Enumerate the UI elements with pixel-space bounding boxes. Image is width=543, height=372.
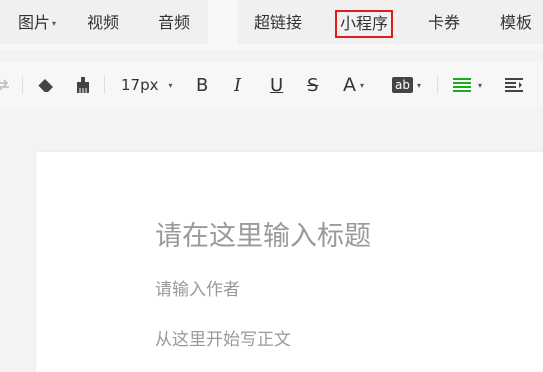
strikethrough-icon: S bbox=[307, 74, 319, 96]
chevron-down-icon: ▾ bbox=[416, 80, 421, 90]
underline-button[interactable]: U bbox=[270, 62, 283, 108]
body-editor[interactable]: 从这里开始写正文 bbox=[155, 325, 291, 350]
paint-brush-icon bbox=[77, 77, 89, 93]
underline-icon: U bbox=[270, 74, 284, 96]
font-size-value: 17px bbox=[121, 76, 159, 94]
chevron-down-icon: ▾ bbox=[168, 80, 173, 90]
chevron-down-icon: ▾ bbox=[52, 18, 57, 28]
italic-icon: I bbox=[234, 74, 242, 96]
divider bbox=[437, 76, 438, 94]
strikethrough-button[interactable]: S bbox=[307, 62, 318, 108]
indent-icon bbox=[505, 78, 523, 92]
bold-icon: B bbox=[196, 74, 209, 96]
media-tab-group: 图片 ▾ 视频 音频 bbox=[0, 0, 208, 44]
align-justify-icon bbox=[453, 78, 471, 92]
font-color-icon: A bbox=[343, 74, 356, 96]
clear-format-button[interactable] bbox=[36, 62, 56, 108]
tab-coupon[interactable]: 卡券 bbox=[428, 10, 460, 38]
chevron-down-icon: ▾ bbox=[478, 80, 483, 90]
tab-image-label: 图片 bbox=[18, 13, 51, 32]
tab-image[interactable]: 图片 ▾ bbox=[18, 10, 56, 38]
tab-mini-program[interactable]: 小程序 bbox=[335, 10, 394, 38]
background-color-button[interactable]: ab ▾ bbox=[392, 62, 421, 108]
insert-tab-bar: 图片 ▾ 视频 音频 超链接 小程序 卡券 模板 bbox=[0, 0, 543, 50]
highlight-icon: ab bbox=[392, 77, 413, 93]
font-color-button[interactable]: A ▾ bbox=[343, 62, 364, 108]
align-button[interactable]: ▾ bbox=[452, 62, 482, 108]
redo-button[interactable] bbox=[0, 62, 10, 108]
format-toolbar: 17px ▾ B I U S A ▾ ab ▾ ▾ bbox=[0, 62, 543, 108]
chevron-down-icon: ▾ bbox=[360, 80, 365, 90]
tab-video[interactable]: 视频 bbox=[87, 10, 119, 38]
font-size-select[interactable]: 17px ▾ bbox=[121, 62, 173, 108]
title-input[interactable]: 请在这里输入标题 bbox=[155, 214, 371, 253]
redo-icon bbox=[0, 79, 9, 91]
author-input[interactable]: 请输入作者 bbox=[155, 275, 240, 300]
format-painter-button[interactable] bbox=[75, 62, 91, 108]
eraser-icon bbox=[37, 79, 53, 93]
bold-button[interactable]: B bbox=[196, 62, 208, 108]
divider bbox=[104, 76, 105, 94]
italic-button[interactable]: I bbox=[234, 62, 241, 108]
tab-hyperlink[interactable]: 超链接 bbox=[254, 10, 302, 38]
divider bbox=[22, 76, 23, 94]
tab-template[interactable]: 模板 bbox=[500, 10, 532, 38]
indent-button[interactable] bbox=[504, 62, 524, 108]
tab-audio[interactable]: 音频 bbox=[158, 10, 190, 38]
link-tab-group: 超链接 小程序 卡券 模板 bbox=[238, 0, 543, 44]
